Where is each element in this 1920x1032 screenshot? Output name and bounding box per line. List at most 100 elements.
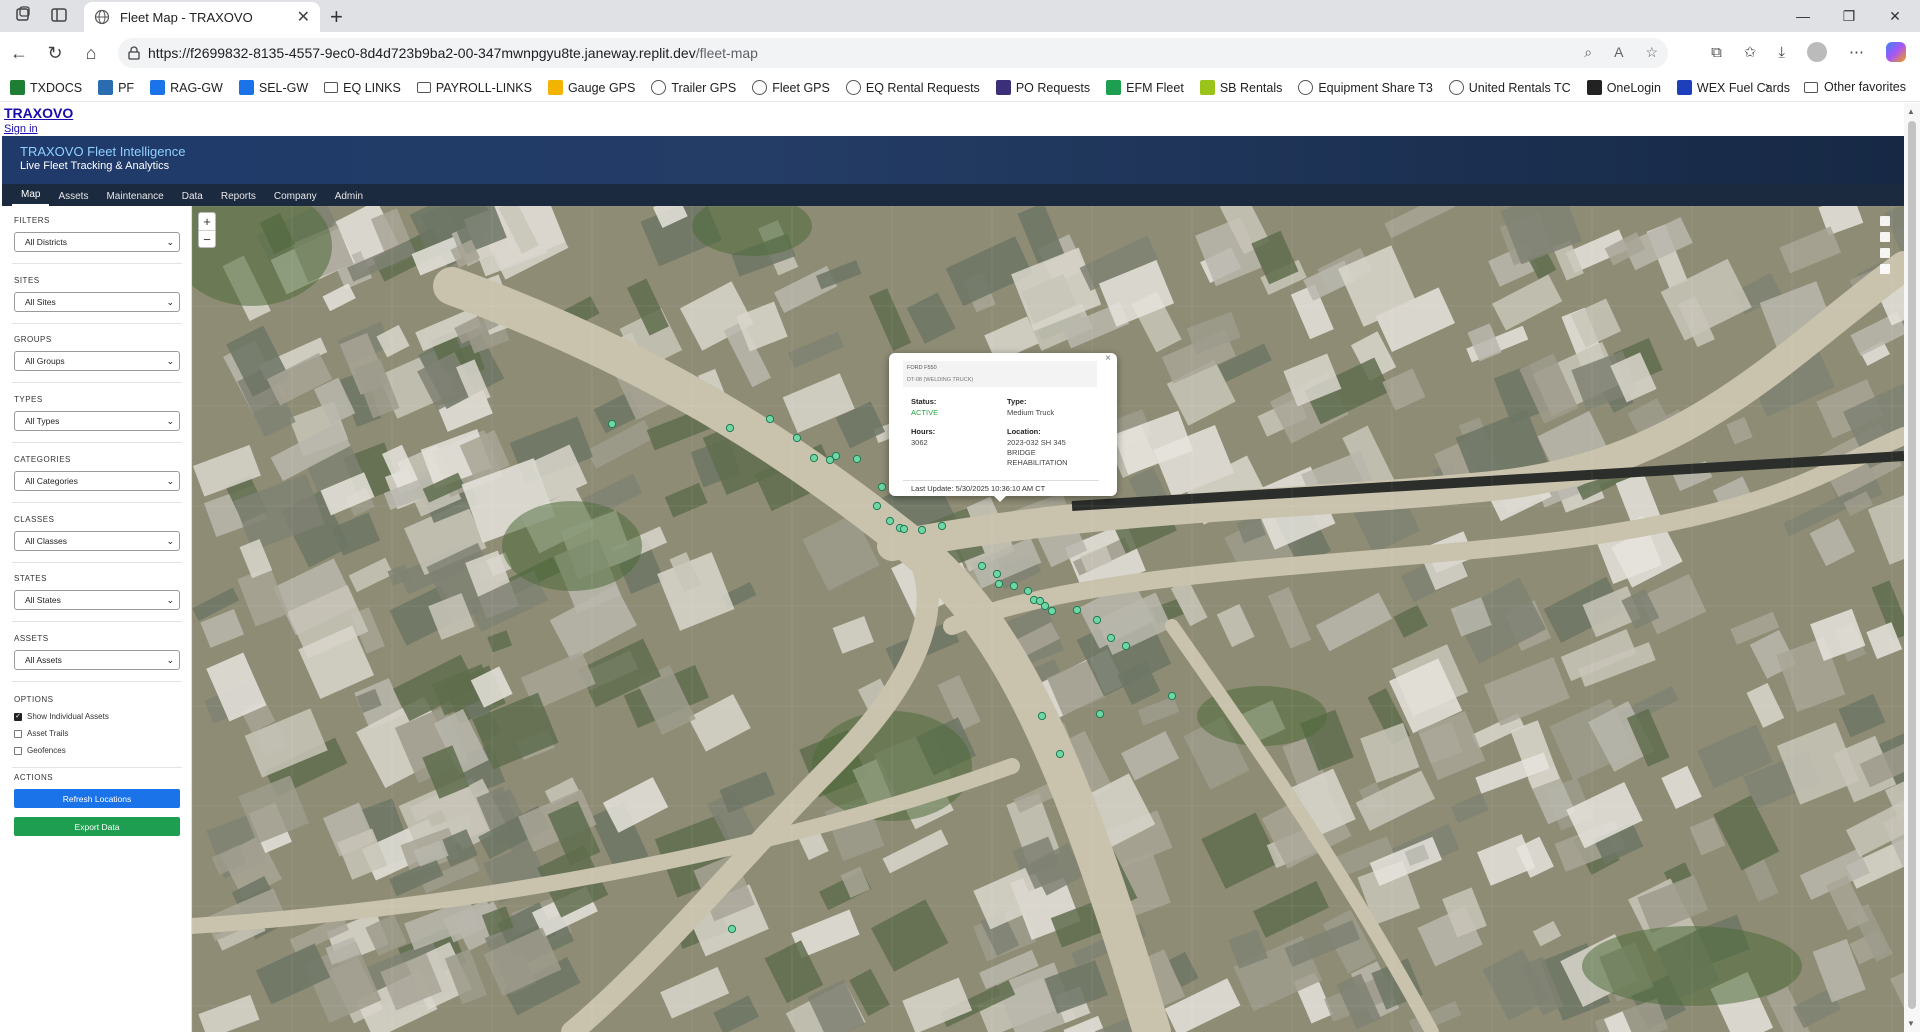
option-checkbox[interactable]: Asset Trails bbox=[14, 729, 184, 738]
asset-marker[interactable] bbox=[1095, 709, 1105, 719]
restore-icon[interactable]: ❐ bbox=[1826, 0, 1872, 32]
map-layer-icon[interactable] bbox=[1880, 248, 1890, 258]
asset-marker[interactable] bbox=[917, 525, 927, 535]
favorites-icon[interactable]: ✩ bbox=[1744, 43, 1757, 61]
filter-select[interactable]: All Assets ⌄ bbox=[14, 649, 180, 670]
bookmark-item[interactable]: RAG-GW bbox=[150, 80, 223, 95]
filter-select[interactable]: All Categories ⌄ bbox=[14, 470, 180, 491]
asset-marker[interactable] bbox=[1072, 605, 1082, 615]
brand-link[interactable]: TRAXOVO bbox=[4, 105, 73, 121]
close-tab-icon[interactable]: ✕ bbox=[297, 7, 310, 27]
option-checkbox[interactable]: Geofences bbox=[14, 746, 184, 755]
chevron-right-icon[interactable]: › bbox=[1765, 78, 1770, 96]
asset-marker[interactable] bbox=[977, 561, 987, 571]
menu-item-assets[interactable]: Assets bbox=[49, 184, 97, 206]
downloads-icon[interactable]: ⤓ bbox=[1778, 44, 1785, 61]
asset-marker[interactable] bbox=[831, 451, 841, 461]
back-icon[interactable]: ← bbox=[8, 42, 30, 64]
filter-select[interactable]: All Groups ⌄ bbox=[14, 351, 180, 372]
checkbox[interactable]: ✓ bbox=[14, 712, 22, 721]
menu-item-maintenance[interactable]: Maintenance bbox=[97, 184, 172, 206]
filter-select[interactable]: All Districts ⌄ bbox=[14, 232, 180, 252]
favorite-star-icon[interactable]: ☆ bbox=[1645, 44, 1658, 61]
menu-item-map[interactable]: Map bbox=[12, 184, 50, 206]
filter-select[interactable]: All Types ⌄ bbox=[14, 411, 180, 432]
asset-marker[interactable] bbox=[877, 482, 887, 492]
bookmark-item[interactable]: EFM Fleet bbox=[1106, 80, 1184, 95]
export-data-button[interactable]: Export Data bbox=[14, 817, 180, 836]
zoom-out-button[interactable]: − bbox=[199, 230, 215, 247]
bookmark-item[interactable]: United Rentals TC bbox=[1448, 80, 1571, 95]
zoom-in-button[interactable]: + bbox=[199, 213, 215, 230]
asset-marker[interactable] bbox=[852, 454, 862, 464]
asset-marker[interactable] bbox=[1040, 601, 1050, 611]
map-layer-icon[interactable] bbox=[1880, 232, 1890, 242]
asset-marker[interactable] bbox=[607, 419, 617, 429]
asset-marker[interactable] bbox=[872, 501, 882, 511]
profile-avatar[interactable] bbox=[1807, 42, 1827, 62]
asset-marker[interactable] bbox=[727, 924, 737, 934]
asset-marker[interactable] bbox=[1037, 711, 1047, 721]
filter-select[interactable]: All States ⌄ bbox=[14, 590, 180, 611]
scroll-up-icon[interactable]: ▲ bbox=[1907, 107, 1915, 116]
asset-marker[interactable] bbox=[937, 521, 947, 531]
asset-marker[interactable] bbox=[885, 516, 895, 526]
filter-select[interactable]: All Sites ⌄ bbox=[14, 291, 180, 312]
active-tab[interactable]: Fleet Map - TRAXOVO ✕ bbox=[84, 2, 320, 32]
asset-marker[interactable] bbox=[1009, 581, 1019, 591]
bookmark-item[interactable]: TXDOCS bbox=[10, 80, 82, 95]
bookmark-item[interactable]: Trailer GPS bbox=[651, 80, 736, 95]
asset-marker[interactable] bbox=[725, 423, 735, 433]
scroll-down-icon[interactable]: ▼ bbox=[1907, 1019, 1915, 1028]
map-layer-icon[interactable] bbox=[1880, 264, 1890, 274]
asset-marker[interactable] bbox=[1106, 633, 1116, 643]
option-checkbox[interactable]: ✓ Show Individual Assets bbox=[14, 712, 184, 721]
minimize-icon[interactable]: — bbox=[1780, 0, 1826, 32]
bookmark-item[interactable]: EQ LINKS bbox=[324, 81, 401, 95]
asset-marker[interactable] bbox=[1121, 641, 1131, 651]
new-tab-icon[interactable]: + bbox=[330, 4, 343, 30]
lock-icon[interactable] bbox=[128, 46, 140, 60]
map-layer-icon[interactable] bbox=[1880, 216, 1890, 226]
asset-marker[interactable] bbox=[1167, 691, 1177, 701]
menu-item-company[interactable]: Company bbox=[265, 184, 326, 206]
more-menu-icon[interactable]: ⋯ bbox=[1849, 43, 1864, 61]
asset-marker[interactable] bbox=[994, 579, 1004, 589]
asset-marker[interactable] bbox=[1092, 615, 1102, 625]
asset-marker[interactable] bbox=[1023, 586, 1033, 596]
bookmark-item[interactable]: Fleet GPS bbox=[752, 80, 830, 95]
fleet-map[interactable]: + − FORD F550 DT-08 (WELDING TRUCK) × St… bbox=[192, 206, 1904, 1032]
filter-select[interactable]: All Classes ⌄ bbox=[14, 530, 180, 551]
menu-item-reports[interactable]: Reports bbox=[212, 184, 265, 206]
bookmark-item[interactable]: PF bbox=[98, 80, 134, 95]
bookmark-item[interactable]: WEX Fuel Cards bbox=[1676, 80, 1790, 95]
extensions-icon[interactable]: ⧉ bbox=[1711, 44, 1722, 61]
asset-marker[interactable] bbox=[792, 433, 802, 443]
close-popup-icon[interactable]: × bbox=[1105, 353, 1111, 364]
checkbox[interactable] bbox=[14, 746, 22, 755]
bookmark-item[interactable]: SB Rentals bbox=[1199, 80, 1282, 95]
copilot-icon[interactable] bbox=[1886, 42, 1906, 62]
bookmark-item[interactable]: OneLogin bbox=[1586, 80, 1661, 95]
address-bar[interactable]: https://f2699832-8135-4557-9ec0-8d4d723b… bbox=[118, 38, 1668, 68]
close-window-icon[interactable]: ✕ bbox=[1872, 0, 1918, 32]
bookmark-item[interactable]: Equipment Share T3 bbox=[1298, 80, 1433, 95]
zoom-icon[interactable]: ⌕ bbox=[1584, 44, 1592, 61]
refresh-icon[interactable]: ↻ bbox=[44, 42, 66, 64]
page-scrollbar[interactable]: ▲ ▼ bbox=[1904, 103, 1920, 1032]
menu-item-admin[interactable]: Admin bbox=[326, 184, 372, 206]
asset-marker[interactable] bbox=[809, 453, 819, 463]
bookmark-item[interactable]: PO Requests bbox=[995, 80, 1090, 95]
asset-marker[interactable] bbox=[1055, 749, 1065, 759]
refresh-locations-button[interactable]: Refresh Locations bbox=[14, 789, 180, 808]
home-icon[interactable]: ⌂ bbox=[80, 42, 102, 64]
asset-marker[interactable] bbox=[992, 569, 1002, 579]
menu-item-data[interactable]: Data bbox=[173, 184, 212, 206]
workspaces-icon[interactable] bbox=[14, 6, 32, 24]
bookmark-item[interactable]: Gauge GPS bbox=[547, 80, 635, 95]
checkbox[interactable] bbox=[14, 729, 22, 738]
bookmark-item[interactable]: PAYROLL-LINKS bbox=[416, 81, 532, 95]
asset-marker[interactable] bbox=[765, 414, 775, 424]
read-aloud-icon[interactable]: A bbox=[1614, 44, 1623, 61]
asset-marker[interactable] bbox=[1047, 606, 1057, 616]
